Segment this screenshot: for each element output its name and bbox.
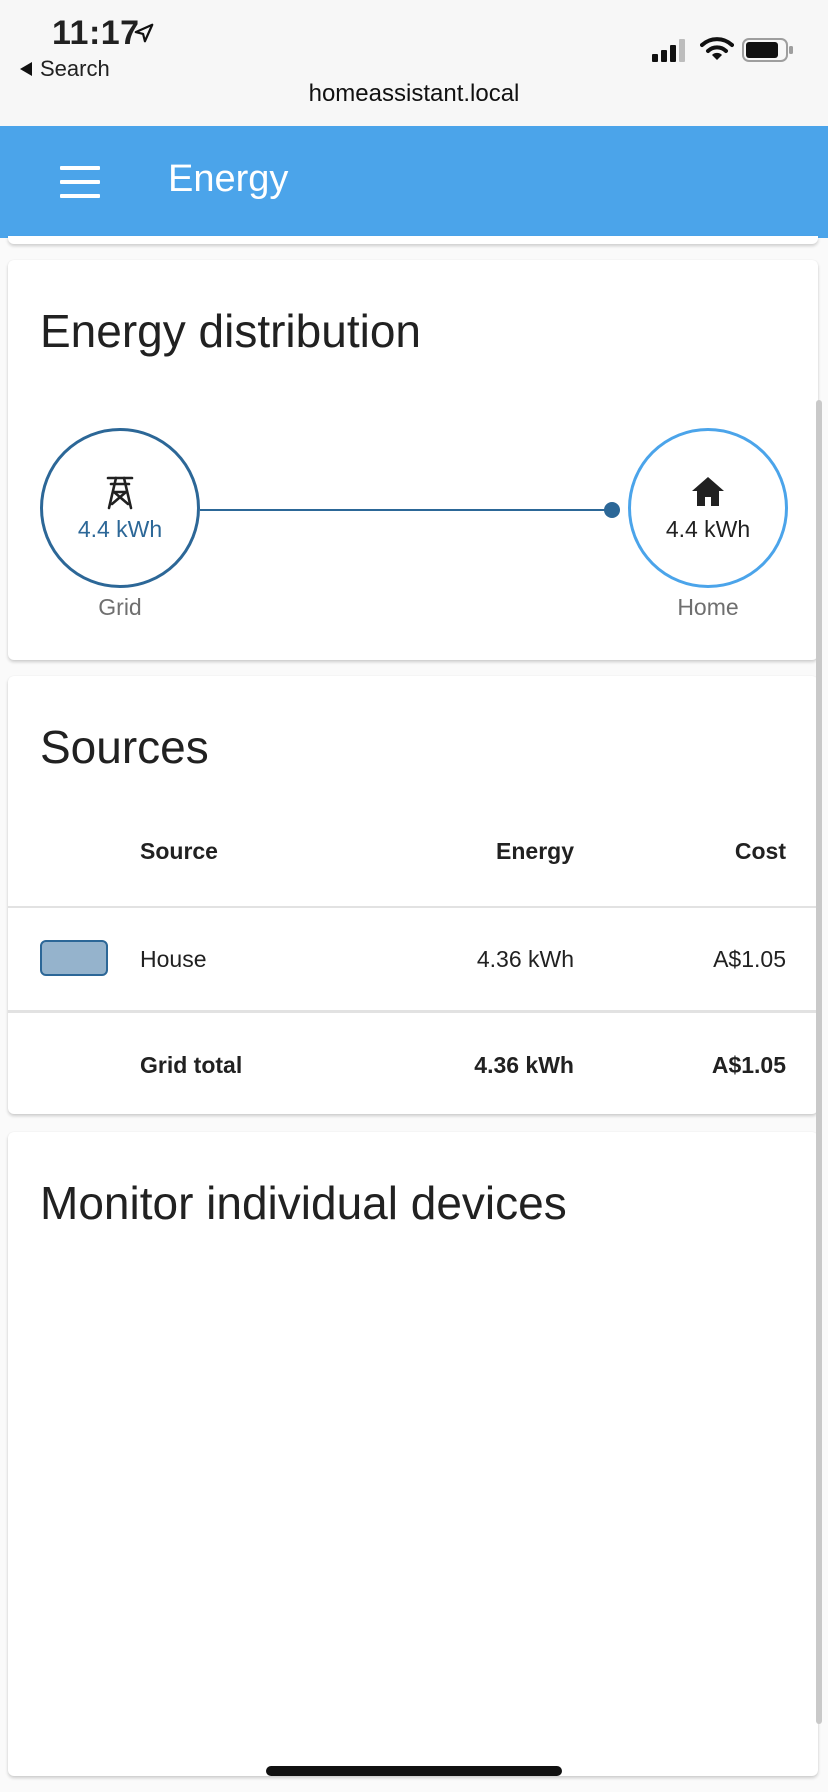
cellular-signal-icon: [652, 39, 685, 62]
app-toolbar: Energy: [0, 126, 828, 238]
grid-total-energy: 4.36 kWh: [474, 1052, 574, 1078]
grid-node[interactable]: 4.4 kWh: [40, 428, 200, 588]
grid-total-cost: A$1.05: [711, 1052, 786, 1078]
url-bar[interactable]: homeassistant.local: [0, 80, 828, 108]
home-node[interactable]: 4.4 kWh: [628, 428, 788, 588]
source-color-swatch: [40, 940, 108, 976]
back-to-search-button[interactable]: Search: [20, 56, 110, 82]
table-divider: [8, 906, 818, 908]
wifi-icon: [700, 37, 734, 60]
monitor-devices-card: Monitor individual devices: [8, 1132, 818, 1776]
column-header-energy: Energy: [496, 838, 574, 864]
home-energy-value: 4.4 kWh: [665, 515, 751, 542]
home-indicator[interactable]: [266, 1766, 562, 1776]
card-title: Monitor individual devices: [40, 1177, 567, 1229]
table-divider: [8, 1010, 818, 1013]
column-header-source: Source: [140, 838, 218, 864]
grid-label: Grid: [98, 594, 142, 620]
status-time: 11:17: [52, 14, 140, 52]
page-title: Energy: [168, 158, 289, 200]
transmission-tower-icon: [106, 476, 134, 509]
energy-distribution-card: Energy distribution 4.4 kWh Grid 4.4 kWh…: [8, 260, 818, 660]
home-icon: [692, 476, 724, 506]
location-arrow-icon: [134, 23, 154, 43]
back-triangle-icon: [20, 62, 32, 76]
status-bar: 11:17 Search homeassistant.local: [0, 0, 828, 126]
grid-total-label: Grid total: [140, 1052, 243, 1078]
grid-energy-value: 4.4 kWh: [77, 515, 163, 542]
source-cost-cell: A$1.05: [713, 946, 786, 972]
home-label: Home: [677, 594, 739, 620]
grid-to-home-flow-line: [200, 509, 612, 511]
column-header-cost: Cost: [734, 838, 786, 864]
flow-dot: [604, 502, 620, 518]
card-title: Energy distribution: [40, 305, 421, 357]
scrollbar[interactable]: [816, 400, 822, 1724]
previous-card-edge: [8, 236, 818, 244]
card-title: Sources: [40, 721, 209, 773]
source-name-cell: House: [140, 946, 207, 972]
hamburger-menu-icon[interactable]: [52, 162, 108, 202]
source-energy-cell: 4.36 kWh: [476, 946, 574, 972]
back-label: Search: [40, 56, 110, 81]
sources-card: Sources Source Energy Cost House 4.36 kW…: [8, 676, 818, 1114]
battery-icon: [742, 38, 793, 62]
